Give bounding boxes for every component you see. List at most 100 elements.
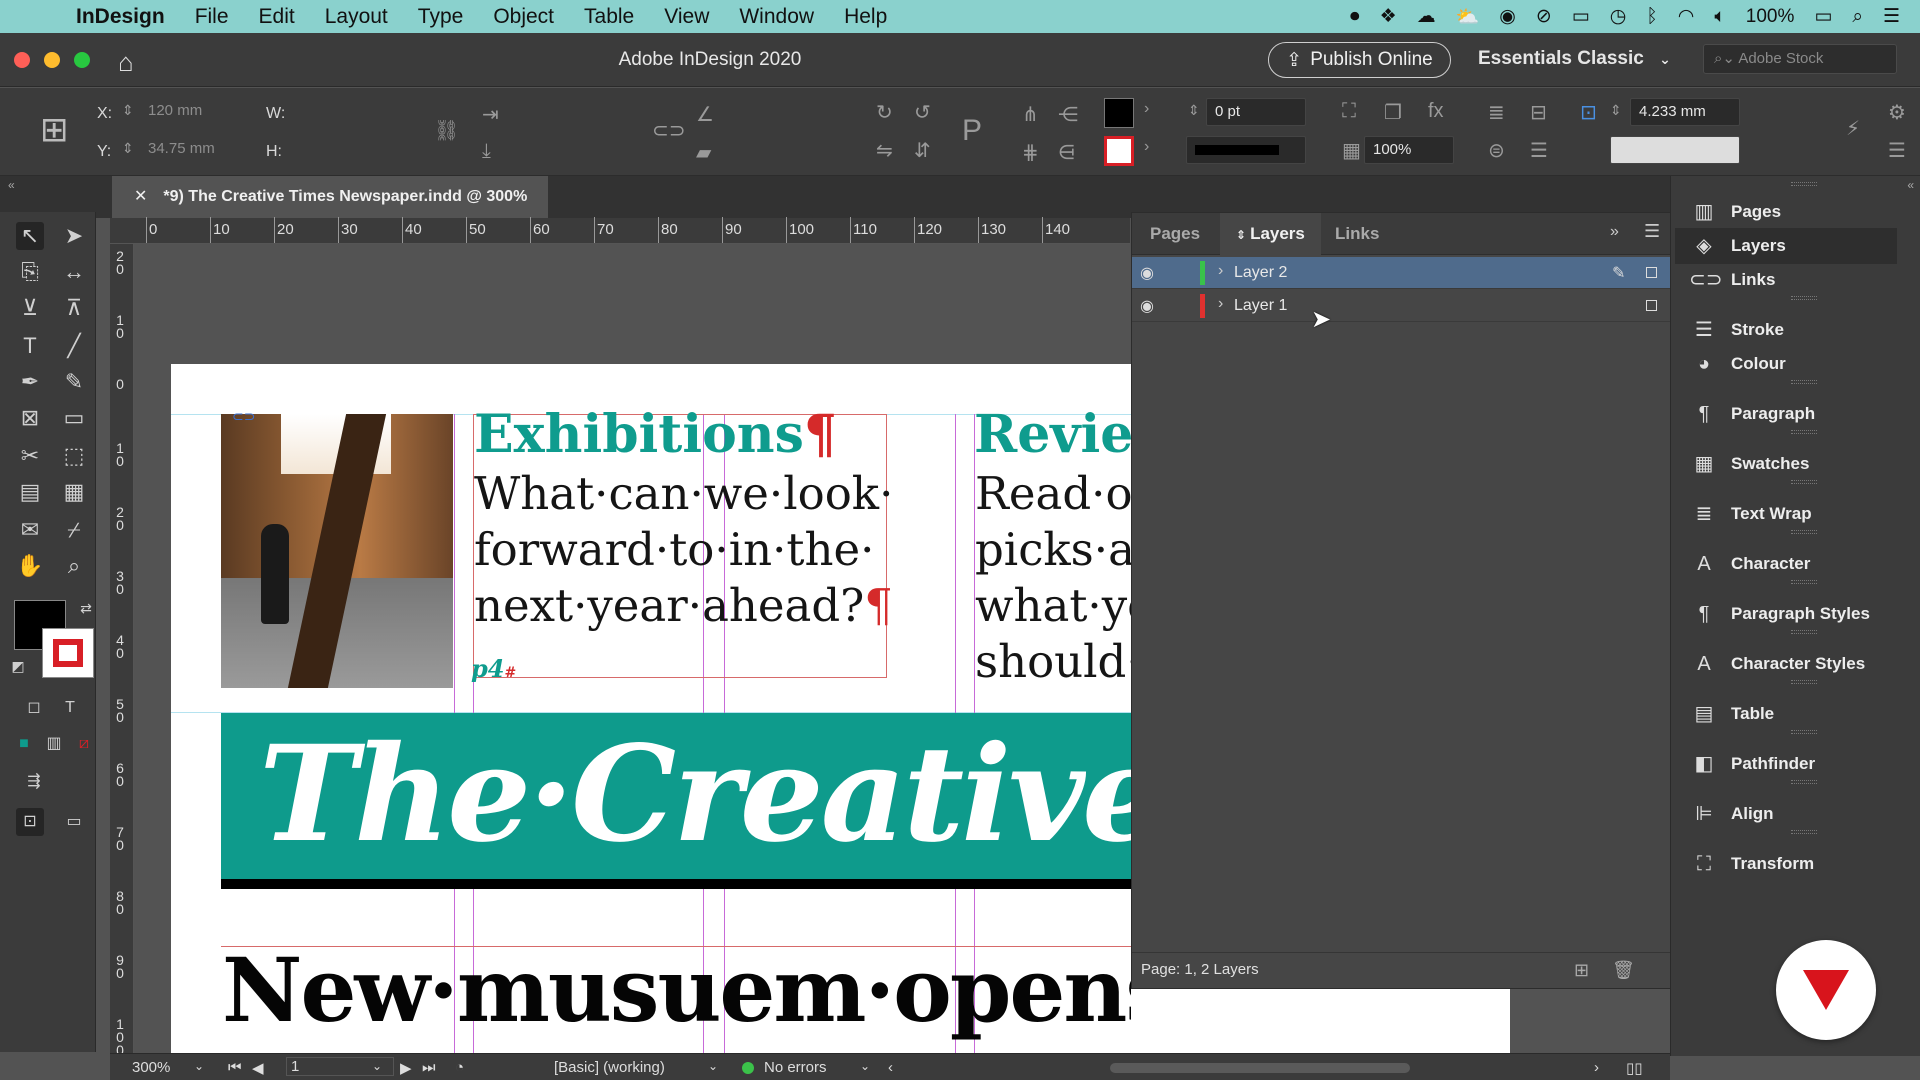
collapse-dock-icon[interactable]: « [1907,178,1914,192]
dock-item-layers[interactable]: ◈ Layers [1675,228,1897,264]
object-style-dropdown[interactable] [1610,136,1740,164]
zoom-dropdown-icon[interactable]: ⌄ [194,1059,204,1073]
dock-item-stroke[interactable]: ☰ Stroke [1675,312,1897,348]
page-dropdown-icon[interactable]: ⌄ [372,1059,382,1073]
effects-fx-icon[interactable]: fx [1428,100,1444,123]
stroke-dropdown-icon[interactable]: › [1144,138,1149,156]
dock-item-swatches[interactable]: ▦ Swatches [1675,446,1897,482]
dropbox-icon[interactable]: ❖ [1380,5,1397,28]
next-page-icon[interactable]: ▶ [400,1059,412,1077]
trash-icon[interactable]: 🗑︎ [1612,953,1635,987]
wifi-icon[interactable]: ◠ [1678,5,1695,28]
panel-group-grip[interactable] [1791,730,1817,734]
previous-page-icon[interactable]: ◀ [252,1059,264,1077]
scroll-left-icon[interactable]: ‹ [888,1059,893,1076]
masthead-banner[interactable]: The·Creative·T [221,713,1131,889]
dock-item-character-styles[interactable]: A Character Styles [1675,646,1897,682]
stroke-weight-field[interactable]: 0 pt [1206,98,1306,126]
preflight-label[interactable]: No errors [764,1059,827,1076]
stroke-weight-stepper-icon[interactable]: ⇕ [1188,102,1200,119]
time-machine-icon[interactable]: ◷ [1610,5,1627,28]
panel-group-grip[interactable] [1791,780,1817,784]
panel-menu-icon[interactable]: ☰ [1644,221,1660,242]
dock-item-label: Paragraph Styles [1731,604,1870,623]
text-wrap-jump-icon[interactable]: ☰ [1530,138,1548,163]
collapse-panel-icon[interactable]: » [1610,223,1619,241]
text-wrap-box-icon[interactable]: ⊟ [1530,100,1547,125]
spotlight-search-icon[interactable]: ⌕ [1852,6,1863,28]
dock-item-colour[interactable]: ◕ Colour [1675,346,1897,382]
expand-chevron-icon[interactable]: › [1218,262,1223,280]
battery-icon[interactable]: ▭ [1814,5,1832,28]
dock-item-paragraph-styles[interactable]: ¶ Paragraph Styles [1675,596,1897,632]
bluetooth-icon[interactable]: ᛒ [1646,6,1657,28]
block-icon[interactable]: ⊘ [1536,5,1552,28]
working-style[interactable]: [Basic] (working) [554,1059,665,1076]
panel-menu-icon[interactable]: ☰ [1888,138,1906,163]
panel-group-grip[interactable] [1791,580,1817,584]
preflight-dropdown-icon[interactable]: ⌄ [860,1059,870,1073]
gutter-stepper-icon[interactable]: ⇕ [1610,102,1622,119]
expand-chevron-icon[interactable]: › [1218,295,1223,313]
quick-apply-icon[interactable]: ⚡ [1846,116,1860,141]
drop-shadow-icon[interactable]: ❐ [1384,100,1402,125]
tab-layers[interactable]: ⇕ Layers [1220,213,1321,255]
scroll-right-icon[interactable]: › [1594,1059,1599,1076]
visibility-eye-icon[interactable]: ◉ [1140,296,1154,316]
link-icon[interactable]: ⊂⊃ [232,408,255,425]
dock-item-pages[interactable]: ▥ Pages [1675,194,1897,230]
panel-group-grip[interactable] [1791,182,1817,186]
auto-fit-icon[interactable]: ⊡ [1580,100,1597,125]
dock-item-pathfinder[interactable]: ◧ Pathfinder [1675,746,1897,782]
panel-group-grip[interactable] [1791,680,1817,684]
panel-group-grip[interactable] [1791,480,1817,484]
text-wrap-shape-icon[interactable]: ⊜ [1488,138,1505,163]
notification-center-icon[interactable]: ☰ [1883,5,1900,28]
selection-square-icon[interactable] [1646,300,1657,311]
fill-dropdown-icon[interactable]: › [1144,100,1149,118]
horizontal-scrollbar[interactable] [1110,1063,1410,1073]
gear-icon[interactable]: ⚙ [1888,100,1906,125]
gutter-field[interactable]: 4.233 mm [1630,98,1740,126]
layer-row-layer-2[interactable]: ◉ › Layer 2 ✎ [1132,257,1670,289]
panel-group-grip[interactable] [1791,296,1817,300]
airplay-icon[interactable]: ▭ [1572,5,1590,28]
dock-item-text-wrap[interactable]: ≣ Text Wrap [1675,496,1897,532]
selection-square-icon[interactable] [1646,267,1657,278]
dock-item-transform[interactable]: ⛶ Transform [1675,846,1897,882]
frame-fitting-icon[interactable]: ⛶ [1342,100,1356,123]
zoom-level[interactable]: 300% [132,1059,170,1076]
open-page-icon[interactable]: ◔ [455,1059,464,1076]
panel-group-grip[interactable] [1791,630,1817,634]
record-icon[interactable]: ⏺ [1350,6,1360,28]
panel-group-grip[interactable] [1791,430,1817,434]
panel-group-grip[interactable] [1791,530,1817,534]
opacity-field[interactable]: 100% [1364,136,1454,164]
last-page-icon[interactable]: ⏭ [422,1059,436,1076]
dock-item-paragraph[interactable]: ¶ Paragraph [1675,396,1897,432]
style-dropdown-icon[interactable]: ⌄ [708,1059,718,1073]
dock-item-character[interactable]: A Character [1675,546,1897,582]
tab-pages[interactable]: Pages [1150,213,1200,255]
gallery-photo[interactable] [221,414,453,688]
dock-item-align[interactable]: ⊫ Align [1675,796,1897,832]
text-wrap-none-icon[interactable]: ≣ [1488,100,1505,125]
adobe-stock-search[interactable]: ⌕⌄ Adobe Stock [1703,44,1897,74]
tab-links[interactable]: Links [1335,213,1379,255]
dock-item-links[interactable]: ⊂⊃ Links [1675,262,1897,298]
first-page-icon[interactable]: ⏮ [228,1059,242,1076]
volume-icon[interactable]: 🔈︎ [1714,6,1725,28]
publish-online-button[interactable]: ⇪ Publish Online [1268,42,1451,78]
dock-item-table[interactable]: ▤ Table [1675,696,1897,732]
creative-cloud-icon[interactable]: ☁ [1417,5,1436,28]
sync-icon[interactable]: ◉ [1499,5,1516,28]
workspace-switcher[interactable]: Essentials Classic ⌄ [1478,48,1671,70]
new-layer-icon[interactable]: ⊞ [1574,953,1589,987]
stroke-type-dropdown[interactable] [1186,136,1306,164]
layer-row-layer-1[interactable]: ◉ › Layer 1 [1132,290,1670,322]
visibility-eye-icon[interactable]: ◉ [1140,263,1154,283]
panel-group-grip[interactable] [1791,830,1817,834]
cloud-upload-icon[interactable]: ⛅ [1456,5,1480,29]
panel-group-grip[interactable] [1791,380,1817,384]
split-view-icon[interactable]: ▯▯ [1626,1059,1643,1077]
